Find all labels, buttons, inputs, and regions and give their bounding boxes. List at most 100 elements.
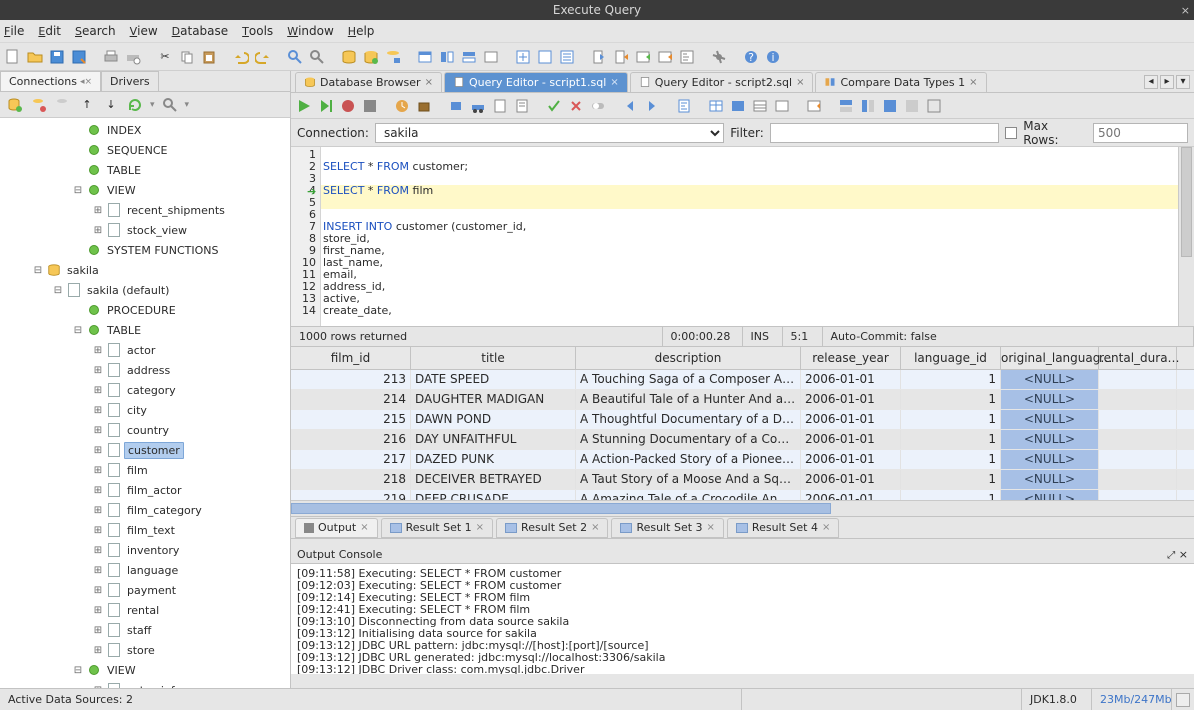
result-grid[interactable]: film_idtitledescriptionrelease_yearlangu… (291, 347, 1194, 517)
tree-row[interactable]: ⊟sakila (0, 260, 290, 280)
copy-icon[interactable] (178, 48, 196, 66)
cut-icon[interactable]: ✂ (156, 48, 174, 66)
editor-tab[interactable]: Database Browser× (295, 72, 442, 92)
close-icon[interactable]: × (1181, 4, 1190, 17)
redo-icon[interactable] (254, 48, 272, 66)
tree-row[interactable]: ⊞recent_shipments (0, 200, 290, 220)
doc1-icon[interactable] (491, 97, 509, 115)
format-icon[interactable] (675, 97, 693, 115)
layout4-icon[interactable] (903, 97, 921, 115)
tool1-icon[interactable] (514, 48, 532, 66)
column-header[interactable]: release_year (801, 347, 901, 369)
export-result-icon[interactable] (805, 97, 823, 115)
column-header[interactable]: description (576, 347, 801, 369)
run-step-icon[interactable] (317, 97, 335, 115)
result-tab[interactable]: Result Set 2× (496, 518, 608, 538)
tree-row[interactable]: ⊟TABLE (0, 320, 290, 340)
result-tab[interactable]: Result Set 1× (381, 518, 493, 538)
table-row[interactable]: 213DATE SPEEDA Touching Saga of a Compos… (291, 370, 1194, 390)
find-all-icon[interactable] (308, 48, 326, 66)
search-tree-icon[interactable] (161, 96, 179, 114)
column-header[interactable]: rental_dura… (1099, 347, 1177, 369)
layout1-icon[interactable] (837, 97, 855, 115)
db-remove-icon[interactable] (30, 96, 48, 114)
stop-icon[interactable] (339, 97, 357, 115)
tree-row[interactable]: INDEX (0, 120, 290, 140)
view4-icon[interactable] (482, 48, 500, 66)
tree-row[interactable]: ⊞store (0, 640, 290, 660)
grid4-icon[interactable] (773, 97, 791, 115)
menu-search[interactable]: Search (75, 24, 116, 38)
toggle-ac-icon[interactable] (589, 97, 607, 115)
find-icon[interactable] (286, 48, 304, 66)
menu-database[interactable]: Database (172, 24, 229, 38)
menu-tools[interactable]: Tools (242, 24, 273, 38)
output-console[interactable]: [09:11:58] Executing: SELECT * FROM cust… (291, 564, 1194, 674)
grid2-icon[interactable] (729, 97, 747, 115)
column-header[interactable]: title (411, 347, 576, 369)
print-icon[interactable] (102, 48, 120, 66)
tree-row[interactable]: SEQUENCE (0, 140, 290, 160)
tree-row[interactable]: ⊟VIEW (0, 180, 290, 200)
column-header[interactable]: language_id (901, 347, 1001, 369)
grid1-icon[interactable] (707, 97, 725, 115)
doc2-icon[interactable] (513, 97, 531, 115)
connect-icon[interactable] (340, 48, 358, 66)
run-icon[interactable] (295, 97, 313, 115)
tree-row[interactable]: ⊟VIEW (0, 660, 290, 680)
export-icon[interactable] (612, 48, 630, 66)
editor-tab[interactable]: Query Editor - script2.sql× (630, 72, 814, 92)
param-icon[interactable] (447, 97, 465, 115)
tree-row[interactable]: ⊞actor_info (0, 680, 290, 688)
tree-row[interactable]: ⊞film_category (0, 500, 290, 520)
tree-row[interactable]: ⊞film (0, 460, 290, 480)
import-icon[interactable] (590, 48, 608, 66)
maxrows-input[interactable] (1093, 123, 1188, 143)
db-add-icon[interactable] (6, 96, 24, 114)
console-min-icon[interactable]: ⤢ (1167, 550, 1175, 561)
refresh-icon[interactable] (126, 96, 144, 114)
result-tab[interactable]: Result Set 3× (611, 518, 723, 538)
tree-row[interactable]: ⊞stock_view (0, 220, 290, 240)
menu-window[interactable]: Window (287, 24, 334, 38)
maxrows-checkbox[interactable] (1005, 127, 1017, 139)
undo-icon[interactable] (232, 48, 250, 66)
result-tab[interactable]: Output× (295, 518, 378, 538)
tool2-icon[interactable] (536, 48, 554, 66)
editor-tab[interactable]: Compare Data Types 1× (815, 72, 986, 92)
result-hscroll[interactable] (291, 500, 1194, 516)
tabs-list-icon[interactable]: ▾ (1176, 75, 1190, 89)
explain-icon[interactable] (361, 97, 379, 115)
tree-row[interactable]: ⊞address (0, 360, 290, 380)
tree-row[interactable]: TABLE (0, 160, 290, 180)
next-query-icon[interactable] (643, 97, 661, 115)
commit-icon[interactable] (545, 97, 563, 115)
tree-row[interactable]: ⊞film_actor (0, 480, 290, 500)
gc-icon[interactable] (1176, 693, 1190, 707)
menu-view[interactable]: View (130, 24, 158, 38)
connections-tree[interactable]: INDEXSEQUENCETABLE⊟VIEW⊞recent_shipments… (0, 118, 290, 688)
result-tab[interactable]: Result Set 4× (727, 518, 839, 538)
save-icon[interactable] (48, 48, 66, 66)
db-delete-icon[interactable] (54, 96, 72, 114)
tree-row[interactable]: SYSTEM FUNCTIONS (0, 240, 290, 260)
refresh-db-icon[interactable] (362, 48, 380, 66)
layout3-icon[interactable] (881, 97, 899, 115)
open-icon[interactable] (26, 48, 44, 66)
script-icon[interactable] (678, 48, 696, 66)
tool3-icon[interactable] (558, 48, 576, 66)
db-console-icon[interactable] (384, 48, 402, 66)
layout5-icon[interactable] (925, 97, 943, 115)
new-icon[interactable] (4, 48, 22, 66)
info-icon[interactable]: i (764, 48, 782, 66)
tab-connections[interactable]: Connections◂× (0, 71, 101, 91)
table-row[interactable]: 216DAY UNFAITHFULA Stunning Documentary … (291, 430, 1194, 450)
tree-row[interactable]: ⊞language (0, 560, 290, 580)
layout2-icon[interactable] (859, 97, 877, 115)
column-header[interactable]: film_id (291, 347, 411, 369)
saveas-icon[interactable] (70, 48, 88, 66)
view1-icon[interactable] (416, 48, 434, 66)
tabs-prev-icon[interactable]: ◂ (1144, 75, 1158, 89)
tree-row[interactable]: ⊞rental (0, 600, 290, 620)
tree-row[interactable]: ⊞city (0, 400, 290, 420)
